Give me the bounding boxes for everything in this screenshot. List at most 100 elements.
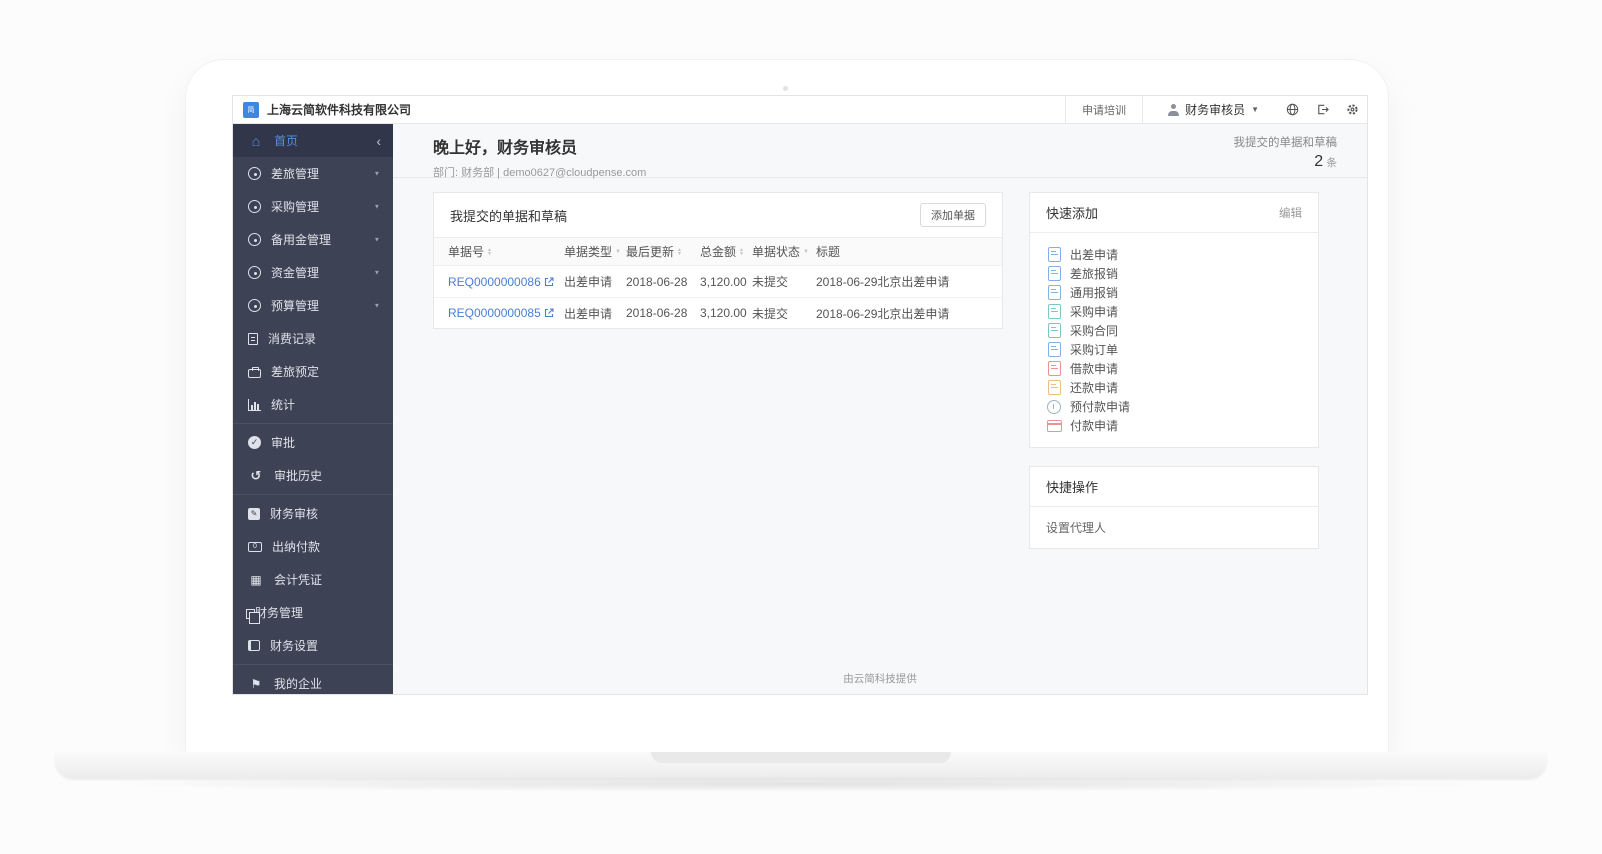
quick-add-item[interactable]: 还款申请 [1046,378,1302,397]
column-header: 标题 [816,243,840,260]
sidebar-item-label: 财务审核 [270,505,318,522]
main-content: 晚上好，财务审核员 部门: 财务部 | demo0627@cloudpense.… [393,124,1367,694]
sidebar-item[interactable]: 首页 ‹ [233,124,393,157]
petty-cash-mgmt-circle-icon [248,233,261,246]
sidebar-item-label: 统计 [271,396,295,413]
doc-amount-cell: 3,120.00 [700,306,752,320]
travel-mgmt-circle-icon [248,167,261,180]
globe-language-icon[interactable] [1277,96,1307,123]
sidebar-item-label: 财务管理 [255,604,303,621]
quick-add-item-label: 采购申请 [1070,303,1118,320]
filter-icon[interactable] [615,249,621,255]
doc-updated-cell: 2018-06-28 [626,275,700,289]
sidebar-item[interactable]: 预算管理 [233,289,393,322]
sidebar-item[interactable]: 统计 [233,388,393,421]
sidebar-item[interactable]: 采购管理 [233,190,393,223]
doc-title-cell: 2018-06-29北京出差申请 [816,273,992,290]
sort-icon[interactable] [487,248,492,256]
sidebar-item-label: 预算管理 [271,297,319,314]
quick-add-item-label: 通用报销 [1070,284,1118,301]
logout-icon[interactable] [1307,96,1337,123]
sidebar-item-label: 差旅管理 [271,165,319,182]
sidebar-item[interactable]: 我的企业 [233,667,393,694]
sidebar-item[interactable]: 会计凭证 [233,563,393,596]
webcam-dot [783,86,788,91]
card-title: 快捷操作 [1046,477,1098,496]
chevron-down-icon [373,301,381,310]
document-link[interactable]: REQ0000000086 [448,275,541,289]
chevron-down-icon: ▼ [1251,105,1259,114]
page-background: 简 上海云简软件科技有限公司 申请培训 财务审核员 ▼ [0,0,1602,854]
sidebar-item[interactable]: 出纳付款 [233,530,393,563]
sidebar-item-label: 审批历史 [274,467,322,484]
quick-add-item[interactable]: 通用报销 [1046,283,1302,302]
doc-title-cell: 2018-06-29北京出差申请 [816,305,992,322]
quick-add-item-label: 采购合同 [1070,322,1118,339]
app-window: 简 上海云简软件科技有限公司 申请培训 财务审核员 ▼ [232,95,1368,695]
table-row: REQ0000000086 出差申请 2018-06-28 3,120.00 未… [434,266,1002,297]
briefcase-icon [248,369,261,378]
sidebar-item[interactable]: 差旅预定 [233,355,393,388]
sidebar-item[interactable]: 财务设置 [233,629,393,662]
sidebar-item[interactable]: 差旅管理 [233,157,393,190]
quick-add-item[interactable]: 预付款申请 [1046,397,1302,416]
sidebar-divider [233,664,393,665]
doc-status-cell: 未提交 [752,273,816,290]
submitted-docs-stат: 我提交的单据和草稿 2 条 [1234,134,1338,171]
table-header: 单据号 单据类型 最后更新 总金额 单据状态 标题 [434,238,1002,266]
voucher-icon [248,574,264,586]
sidebar-item[interactable]: 审批 [233,426,393,459]
topbar-actions: 申请培训 财务审核员 ▼ [1065,96,1367,123]
travel-expense-doc-icon [1046,266,1062,281]
quick-add-item[interactable]: 借款申请 [1046,359,1302,378]
quick-add-item[interactable]: 采购订单 [1046,340,1302,359]
doc-type-cell: 出差申请 [564,305,626,322]
collapse-sidebar-icon[interactable]: ‹ [376,134,381,148]
edit-quick-add-link[interactable]: 编辑 [1279,205,1302,221]
doc-updated-cell: 2018-06-28 [626,306,700,320]
quick-add-item[interactable]: 采购申请 [1046,302,1302,321]
column-header: 单据状态 [752,243,800,260]
sidebar-item-label: 备用金管理 [271,231,331,248]
submitted-documents-card: 我提交的单据和草稿 添加单据 单据号 单据类型 最后更新 总金额 单据状态 标题 [433,192,1003,329]
sidebar-item[interactable]: 审批历史 [233,459,393,492]
sidebar-item[interactable]: 财务审核 [233,497,393,530]
sidebar-item[interactable]: 备用金管理 [233,223,393,256]
prepayment-request-icon [1046,400,1062,414]
stats-count: 2 [1314,153,1323,170]
set-delegate-link[interactable]: 设置代理人 [1030,507,1318,548]
quick-add-item[interactable]: 差旅报销 [1046,264,1302,283]
document-link[interactable]: REQ0000000085 [448,306,541,320]
user-menu[interactable]: 财务审核员 ▼ [1167,101,1259,118]
sidebar-item[interactable]: 财务管理 [233,596,393,629]
footer-credit: 由云简科技提供 [393,671,1367,686]
quick-add-item[interactable]: 采购合同 [1046,321,1302,340]
procurement-mgmt-circle-icon [248,200,261,213]
filter-icon[interactable] [803,249,809,255]
chevron-down-icon [373,268,381,277]
general-expense-doc-icon [1046,285,1062,300]
quick-add-item-label: 借款申请 [1070,360,1118,377]
add-document-button[interactable]: 添加单据 [920,203,986,227]
budget-mgmt-circle-icon [248,299,261,312]
settings-gear-icon[interactable] [1337,96,1367,123]
doc-type-cell: 出差申请 [564,273,626,290]
finance-mgmt-icon [246,609,255,619]
laptop-base [55,752,1547,779]
quick-actions-card: 快捷操作 设置代理人 [1029,466,1319,549]
quick-add-item[interactable]: 付款申请 [1046,416,1302,435]
sort-icon[interactable] [677,248,682,256]
sidebar-item-label: 出纳付款 [272,538,320,555]
bar-chart-icon [248,399,261,411]
quick-add-item[interactable]: 出差申请 [1046,245,1302,264]
sidebar-item-label: 财务设置 [270,637,318,654]
quick-add-item-label: 付款申请 [1070,417,1118,434]
quick-add-list: 出差申请 差旅报销 通用报销 采购申请 [1030,233,1318,447]
sidebar-item[interactable]: 消费记录 [233,322,393,355]
card-title: 我提交的单据和草稿 [450,206,567,225]
sidebar-item[interactable]: 资金管理 [233,256,393,289]
quick-add-card: 快速添加 编辑 出差申请 差旅报销 [1029,192,1319,448]
company-logo[interactable]: 简 [243,102,259,118]
training-request-button[interactable]: 申请培训 [1065,96,1143,123]
sort-icon[interactable] [739,248,744,256]
